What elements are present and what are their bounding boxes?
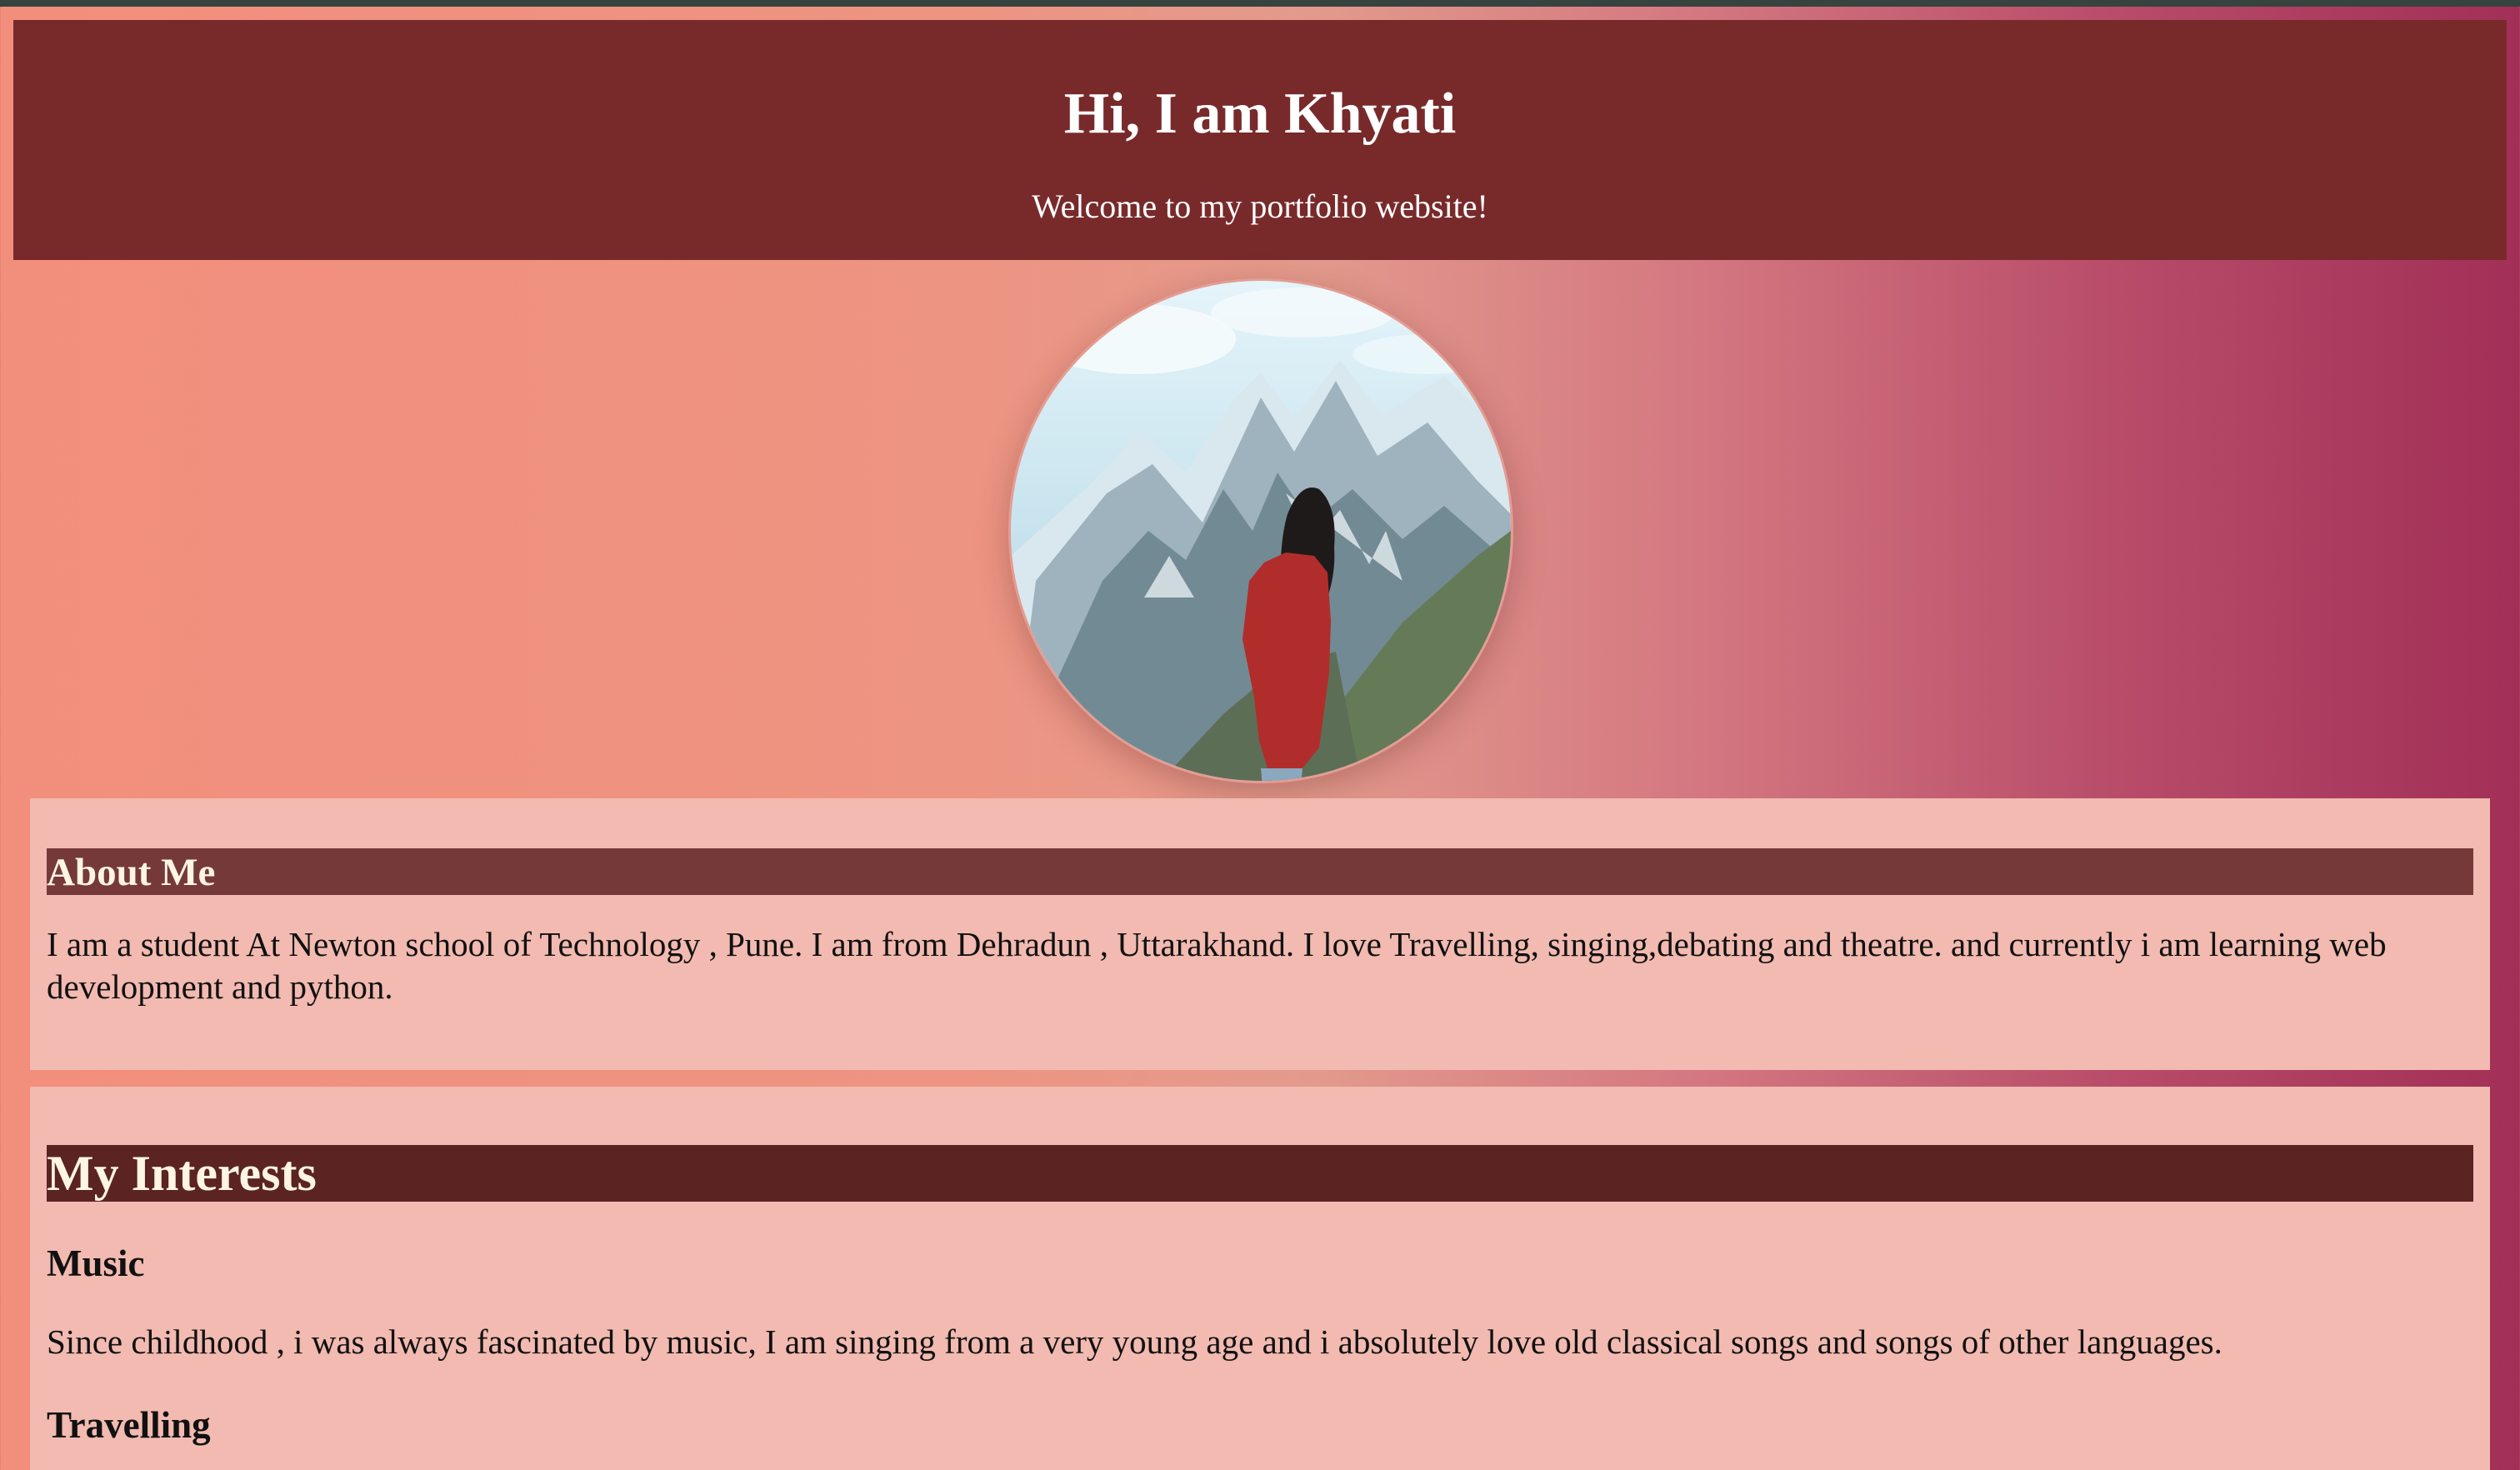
interests-heading: My Interests: [47, 1145, 2473, 1202]
about-section: About Me I am a student At Newton school…: [30, 798, 2490, 1070]
about-text: I am a student At Newton school of Techn…: [47, 925, 2387, 1006]
page-subtitle: Welcome to my portfolio website!: [1032, 188, 1488, 225]
page-header: Hi, I am Khyati Welcome to my portfolio …: [13, 20, 2507, 260]
interest-title-travelling: Travelling: [47, 1404, 211, 1446]
profile-photo: [1008, 278, 1513, 783]
interest-text-music: Since childhood , i was always fascinate…: [47, 1322, 2222, 1361]
interest-title-music: Music: [47, 1242, 145, 1284]
browser-top-edge: [0, 0, 2520, 7]
page-title: Hi, I am Khyati: [1063, 82, 1457, 146]
about-heading: About Me: [47, 848, 2473, 895]
profile-photo-image: [1011, 281, 1511, 781]
interests-section: My Interests Music Since childhood , i w…: [30, 1087, 2490, 1470]
